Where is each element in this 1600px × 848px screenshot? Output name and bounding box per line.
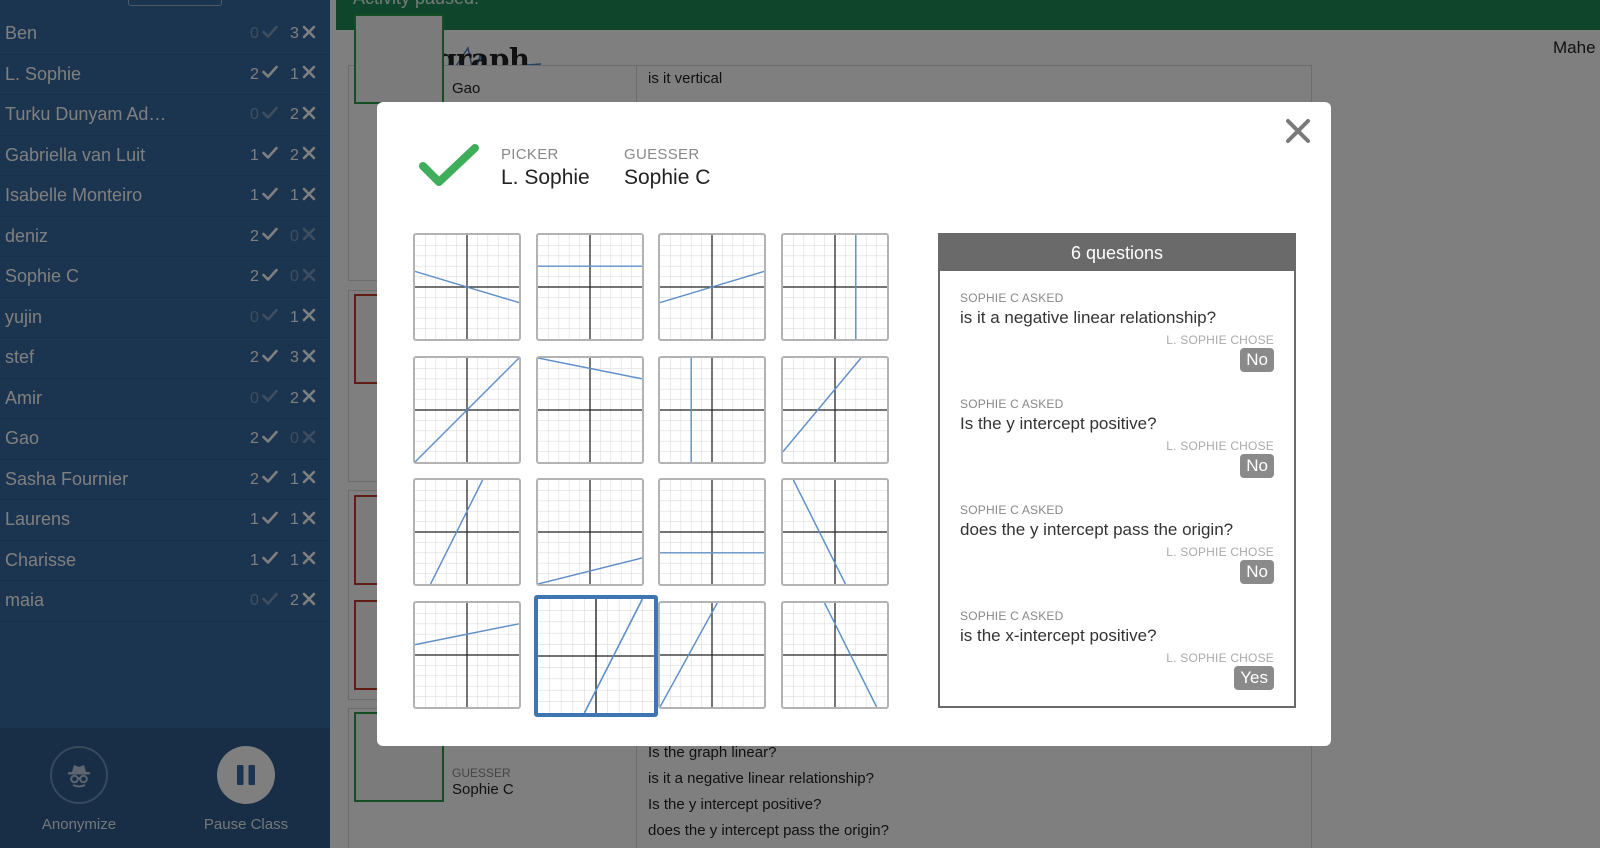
line-graph xyxy=(537,235,642,339)
graph-grid xyxy=(413,233,893,717)
question-asker: SOPHIE C ASKED xyxy=(960,291,1064,305)
checkmark-icon xyxy=(419,142,479,193)
answer-chooser: L. SOPHIE CHOSE xyxy=(1166,439,1274,453)
guesser-label: GUESSER xyxy=(624,146,700,163)
graph-card[interactable] xyxy=(413,355,521,464)
question-item: SOPHIE C ASKED Is the y intercept positiv… xyxy=(960,397,1274,497)
graph-card[interactable] xyxy=(535,355,644,464)
answer-chooser: L. SOPHIE CHOSE xyxy=(1166,545,1274,559)
question-item: SOPHIE C ASKED is the x-intercept positiv… xyxy=(960,609,1274,709)
graph-card[interactable] xyxy=(535,478,644,586)
line-graph xyxy=(537,598,654,713)
graph-card[interactable] xyxy=(535,233,644,341)
line-graph xyxy=(660,235,764,339)
line-graph xyxy=(415,235,519,339)
answer-badge: No xyxy=(1240,560,1274,584)
line-graph xyxy=(415,602,519,707)
guesser-name: Sophie C xyxy=(624,166,711,189)
line-graph xyxy=(660,357,764,462)
answer-chooser: L. SOPHIE CHOSE xyxy=(1166,651,1274,665)
graph-card[interactable] xyxy=(780,355,889,464)
line-graph xyxy=(537,480,642,584)
question-text: is the x-intercept positive? xyxy=(960,626,1157,645)
picker-info: PICKER L. Sophie xyxy=(501,146,590,190)
line-graph xyxy=(782,235,887,339)
line-graph xyxy=(660,602,764,707)
answer-chooser: L. SOPHIE CHOSE xyxy=(1166,333,1274,347)
graph-card[interactable] xyxy=(780,233,889,341)
question-text: is it a negative linear relationship? xyxy=(960,308,1217,327)
guesser-info: GUESSER Sophie C xyxy=(624,146,710,190)
questions-count-header: 6 questions xyxy=(940,235,1294,271)
question-asker: SOPHIE C ASKED xyxy=(960,503,1064,517)
picker-label: PICKER xyxy=(501,146,559,163)
graph-card[interactable] xyxy=(413,233,521,341)
graph-card[interactable] xyxy=(413,478,521,586)
question-asker: SOPHIE C ASKED xyxy=(960,397,1064,411)
picker-name: L. Sophie xyxy=(501,166,590,189)
graph-card[interactable] xyxy=(658,600,766,709)
graph-card[interactable] xyxy=(658,478,766,586)
graph-card[interactable] xyxy=(780,600,889,709)
question-text: does the y intercept pass the origin? xyxy=(960,520,1234,539)
question-asker: SOPHIE C ASKED xyxy=(960,609,1064,623)
graph-card[interactable] xyxy=(780,478,889,586)
graph-line xyxy=(782,357,862,452)
answer-badge: Yes xyxy=(1234,666,1274,690)
answer-badge: No xyxy=(1240,348,1274,372)
line-graph xyxy=(782,480,887,584)
answer-badge: No xyxy=(1240,454,1274,478)
close-icon[interactable] xyxy=(1283,116,1313,146)
questions-panel: 6 questions SOPHIE C ASKED is it a negati… xyxy=(938,233,1296,708)
line-graph xyxy=(415,480,519,584)
line-graph xyxy=(782,602,887,707)
line-graph xyxy=(782,357,887,462)
line-graph xyxy=(537,357,642,462)
graph-card-selected[interactable] xyxy=(533,594,658,717)
line-graph xyxy=(415,357,519,462)
graph-card[interactable] xyxy=(658,355,766,464)
question-item: SOPHIE C ASKED does the y intercept pass … xyxy=(960,503,1274,603)
line-graph xyxy=(660,480,764,584)
graph-card[interactable] xyxy=(413,600,521,709)
question-item: SOPHIE C ASKED is it a negative linear re… xyxy=(960,291,1274,391)
graph-card[interactable] xyxy=(658,233,766,341)
game-detail-modal: PICKER L. Sophie GUESSER Sophie C 6 ques… xyxy=(377,102,1331,746)
question-text: Is the y intercept positive? xyxy=(960,414,1157,433)
